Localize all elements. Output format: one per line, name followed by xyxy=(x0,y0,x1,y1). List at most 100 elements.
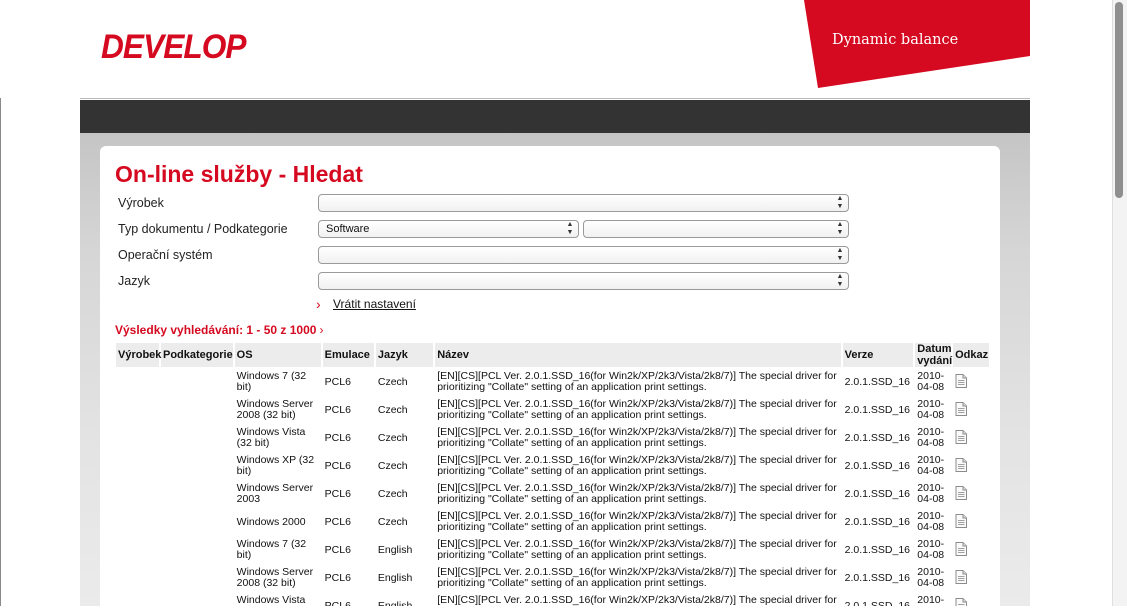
select-arrows-icon: ▲ ▼ xyxy=(836,221,844,236)
document-icon[interactable] xyxy=(955,401,968,419)
cell-name: [EN][CS][PCL Ver. 2.0.1.SSD_16(for Win2k… xyxy=(437,454,837,477)
cell-subcategory xyxy=(161,593,233,606)
document-icon[interactable] xyxy=(955,485,968,503)
subcategory-select[interactable]: ▲ ▼ xyxy=(583,220,849,238)
cell-product xyxy=(116,397,159,423)
cell-language: Czech xyxy=(377,403,408,416)
tagline: Dynamic balance xyxy=(832,32,959,48)
cell-name: [EN][CS][PCL Ver. 2.0.1.SSD_16(for Win2k… xyxy=(437,370,837,393)
column-header-product: Výrobek xyxy=(116,343,161,367)
cell-emulation: PCL6 xyxy=(324,571,351,584)
cell-emulation: PCL6 xyxy=(324,515,351,528)
document-icon[interactable] xyxy=(955,569,968,587)
table-row: Windows Server 2008 (32 bit) PCL6 Czech [EN… xyxy=(116,397,989,423)
cell-product xyxy=(116,369,159,395)
cell-emulation: PCL6 xyxy=(324,403,351,416)
cell-emulation: PCL6 xyxy=(324,459,351,472)
document-icon[interactable] xyxy=(955,513,968,531)
select-arrows-icon: ▲ ▼ xyxy=(836,195,844,210)
cell-product xyxy=(116,565,159,591)
cell-subcategory xyxy=(161,565,233,591)
cell-link xyxy=(953,425,989,451)
document-icon[interactable] xyxy=(955,597,968,606)
column-header-emulation: Emulace xyxy=(322,343,374,367)
cell-os: Windows Server 2008 (32 bit) xyxy=(236,566,314,589)
cell-link xyxy=(953,593,989,606)
cell-release-date: 2010-04-08 xyxy=(917,426,945,449)
cell-subcategory xyxy=(161,537,233,563)
cell-language: Czech xyxy=(377,459,408,472)
cell-link xyxy=(953,453,989,479)
select-arrows-icon: ▲ ▼ xyxy=(836,273,844,288)
results-table: Výrobek Podkategorie OS Emulace Jazyk Ná… xyxy=(115,343,990,606)
develop-logo[interactable]: DEVELOP xyxy=(101,27,247,67)
cell-emulation: PCL6 xyxy=(324,431,351,444)
language-select[interactable]: ▲ ▼ xyxy=(318,272,849,290)
table-row: Windows Server 2003 PCL6 Czech [EN][CS][PCL… xyxy=(116,481,989,507)
results-summary-text: Výsledky vyhledávání: 1 - 50 z 1000 xyxy=(115,323,317,337)
cell-name: [EN][CS][PCL Ver. 2.0.1.SSD_16(for Win2k… xyxy=(437,538,837,561)
cell-release-date: 2010-04-08 xyxy=(917,566,945,589)
cell-os: Windows 2000 xyxy=(236,515,306,528)
cell-os: Windows Server 2003 xyxy=(236,482,314,505)
document-type-select[interactable]: Software ▲ ▼ xyxy=(318,220,579,238)
cell-emulation: PCL6 xyxy=(324,487,351,500)
cell-subcategory xyxy=(161,397,233,423)
document-icon[interactable] xyxy=(955,457,968,475)
cell-language: Czech xyxy=(377,375,408,388)
cell-release-date: 2010-04-08 xyxy=(917,510,945,533)
cell-language: English xyxy=(377,571,413,584)
chevron-right-icon: › xyxy=(316,296,321,312)
chevron-right-icon: › xyxy=(319,323,324,337)
cell-release-date: 2010-04-08 xyxy=(917,454,945,477)
cell-subcategory xyxy=(161,509,233,535)
cell-language: Czech xyxy=(377,515,408,528)
column-header-name: Název xyxy=(435,343,841,367)
column-header-version: Verze xyxy=(842,343,914,367)
cell-product xyxy=(116,509,159,535)
table-row: Windows 2000 PCL6 Czech [EN][CS][PCL Ver. 2… xyxy=(116,509,989,535)
document-icon[interactable] xyxy=(955,541,968,559)
results-table-container: Výrobek Podkategorie OS Emulace Jazyk Ná… xyxy=(115,343,990,606)
cell-version: 2.0.1.SSD_16 xyxy=(844,403,911,416)
product-select[interactable]: ▲ ▼ xyxy=(318,194,849,212)
cell-emulation: PCL6 xyxy=(324,375,351,388)
cell-release-date: 2010-04-08 xyxy=(917,398,945,421)
cell-os: Windows Vista (32 bit) xyxy=(236,594,306,607)
column-header-os: OS xyxy=(234,343,321,367)
cell-release-date: 2010-04-08 xyxy=(917,370,945,393)
cell-link xyxy=(953,509,989,535)
document-icon[interactable] xyxy=(955,429,968,447)
site-header: DEVELOP Dynamic balance xyxy=(0,0,1112,98)
scrollbar-thumb[interactable] xyxy=(1115,2,1123,198)
language-label: Jazyk xyxy=(118,274,150,288)
cell-os: Windows 7 (32 bit) xyxy=(236,370,307,393)
results-header-row: Výrobek Podkategorie OS Emulace Jazyk Ná… xyxy=(116,343,989,367)
cell-name: [EN][CS][PCL Ver. 2.0.1.SSD_16(for Win2k… xyxy=(437,482,837,505)
cell-name: [EN][CS][PCL Ver. 2.0.1.SSD_16(for Win2k… xyxy=(437,594,837,607)
table-row: Windows Vista (32 bit) PCL6 Czech [EN][CS][… xyxy=(116,425,989,451)
main-navigation-bar xyxy=(80,100,1030,133)
cell-version: 2.0.1.SSD_16 xyxy=(844,459,911,472)
cell-subcategory xyxy=(161,481,233,507)
cell-name: [EN][CS][PCL Ver. 2.0.1.SSD_16(for Win2k… xyxy=(437,398,837,421)
cell-link xyxy=(953,369,989,395)
cell-name: [EN][CS][PCL Ver. 2.0.1.SSD_16(for Win2k… xyxy=(437,510,837,533)
cell-language: English xyxy=(377,599,413,606)
document-icon[interactable] xyxy=(955,373,968,391)
cell-subcategory xyxy=(161,425,233,451)
page-title: On-line služby - Hledat xyxy=(115,161,363,187)
table-row: Windows Vista (32 bit) PCL6 English [EN][CS… xyxy=(116,593,989,606)
cell-name: [EN][CS][PCL Ver. 2.0.1.SSD_16(for Win2k… xyxy=(437,426,837,449)
table-row: Windows 7 (32 bit) PCL6 Czech [EN][CS][PCL … xyxy=(116,369,989,395)
cell-link xyxy=(953,537,989,563)
cell-os: Windows Server 2008 (32 bit) xyxy=(236,398,314,421)
cell-name: [EN][CS][PCL Ver. 2.0.1.SSD_16(for Win2k… xyxy=(437,566,837,589)
cell-release-date: 2010-04-08 xyxy=(917,482,945,505)
operating-system-select[interactable]: ▲ ▼ xyxy=(318,246,849,264)
select-arrows-icon: ▲ ▼ xyxy=(836,247,844,262)
column-header-language: Jazyk xyxy=(375,343,434,367)
results-summary[interactable]: Výsledky vyhledávání: 1 - 50 z 1000 › xyxy=(115,322,323,338)
reset-settings-link[interactable]: Vrátit nastavení xyxy=(333,296,416,312)
cell-release-date: 2010-04-08 xyxy=(917,594,945,607)
